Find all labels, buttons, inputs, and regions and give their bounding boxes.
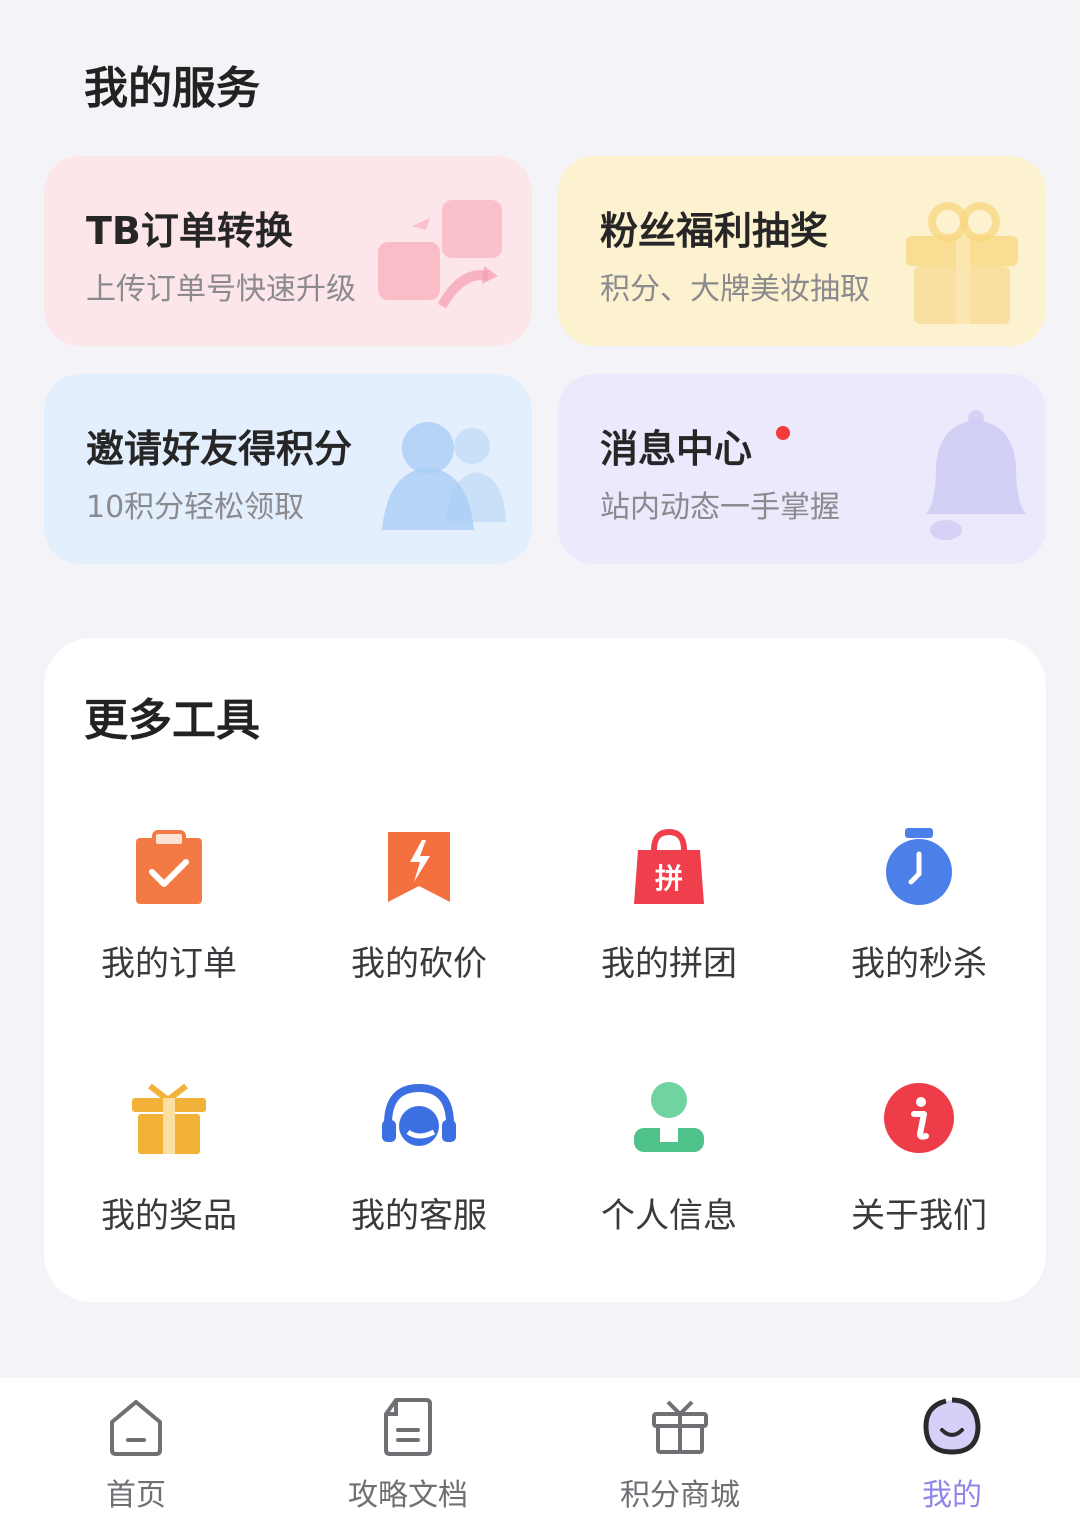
gift-box-icon — [652, 1400, 708, 1454]
tool-my-group-buy[interactable]: 拼 我的拼团 — [544, 828, 794, 1028]
stopwatch-icon — [886, 828, 952, 905]
services-section-title: 我的服务 — [84, 63, 260, 114]
info-icon — [884, 1083, 954, 1153]
tool-label: 个人信息 — [601, 1196, 737, 1236]
card-message-center[interactable]: 消息中心 站内动态一手掌握 — [558, 374, 1046, 564]
nav-mine[interactable]: 我的 — [862, 1378, 1042, 1524]
tool-label: 我的砍价 — [351, 944, 487, 984]
card-title: 消息中心 — [600, 427, 753, 471]
tool-label: 我的客服 — [351, 1196, 487, 1236]
tool-label: 我的秒杀 — [851, 944, 987, 984]
card-tb-order-convert[interactable]: TB订单转换 上传订单号快速升级 — [44, 156, 532, 346]
exchange-icon — [378, 200, 502, 309]
tool-personal-info[interactable]: 个人信息 — [544, 1080, 794, 1280]
bell-icon — [926, 410, 1026, 540]
tool-label: 我的奖品 — [101, 1196, 237, 1236]
card-subtitle: 上传订单号快速升级 — [86, 272, 356, 307]
group-buy-bag-icon: 拼 — [634, 828, 704, 904]
bargain-bolt-icon — [388, 832, 450, 902]
profile-face-icon — [923, 1397, 981, 1455]
tool-label: 关于我们 — [851, 1196, 987, 1236]
tool-label: 我的拼团 — [601, 944, 737, 984]
home-icon — [110, 1400, 162, 1456]
card-invite-friends[interactable]: 邀请好友得积分 10积分轻松领取 — [44, 374, 532, 564]
tool-label: 我的订单 — [101, 944, 237, 984]
tools-section-title: 更多工具 — [84, 695, 260, 746]
card-title: 邀请好友得积分 — [86, 427, 353, 471]
clipboard-check-icon — [136, 830, 202, 904]
friends-icon — [382, 422, 506, 530]
card-title: 粉丝福利抽奖 — [600, 209, 829, 253]
tool-my-prizes[interactable]: 我的奖品 — [44, 1080, 294, 1280]
nav-guides[interactable]: 攻略文档 — [318, 1378, 498, 1524]
tool-my-customer-service[interactable]: 我的客服 — [294, 1080, 544, 1280]
nav-label: 我的 — [922, 1478, 982, 1513]
headset-icon — [382, 1083, 456, 1146]
nav-label: 积分商城 — [620, 1478, 740, 1513]
more-tools-panel: 更多工具 我的订单 我的砍价 拼 我的拼团 我的秒杀 我的奖品 我的客服 个人信… — [44, 638, 1046, 1302]
card-subtitle: 10积分轻松领取 — [86, 490, 305, 525]
group-buy-icon-text: 拼 — [655, 862, 683, 895]
nav-label: 首页 — [106, 1478, 166, 1513]
card-subtitle: 站内动态一手掌握 — [600, 490, 840, 525]
nav-home[interactable]: 首页 — [46, 1378, 226, 1524]
tool-my-flash-sale[interactable]: 我的秒杀 — [794, 828, 1044, 1028]
card-subtitle: 积分、大牌美妆抽取 — [600, 272, 870, 307]
document-icon — [384, 1398, 432, 1456]
nav-label: 攻略文档 — [348, 1478, 468, 1513]
card-fan-lottery[interactable]: 粉丝福利抽奖 积分、大牌美妆抽取 — [558, 156, 1046, 346]
tool-my-orders[interactable]: 我的订单 — [44, 828, 294, 1028]
card-title: TB订单转换 — [86, 209, 293, 253]
prize-gift-icon — [132, 1083, 206, 1154]
tool-my-bargain[interactable]: 我的砍价 — [294, 828, 544, 1028]
person-icon — [634, 1082, 704, 1152]
unread-dot — [776, 426, 790, 440]
gift-icon — [906, 202, 1018, 324]
bottom-nav: 首页 攻略文档 积分商城 我的 — [0, 1378, 1080, 1524]
tool-about-us[interactable]: 关于我们 — [794, 1080, 1044, 1280]
nav-points-mall[interactable]: 积分商城 — [590, 1378, 770, 1524]
